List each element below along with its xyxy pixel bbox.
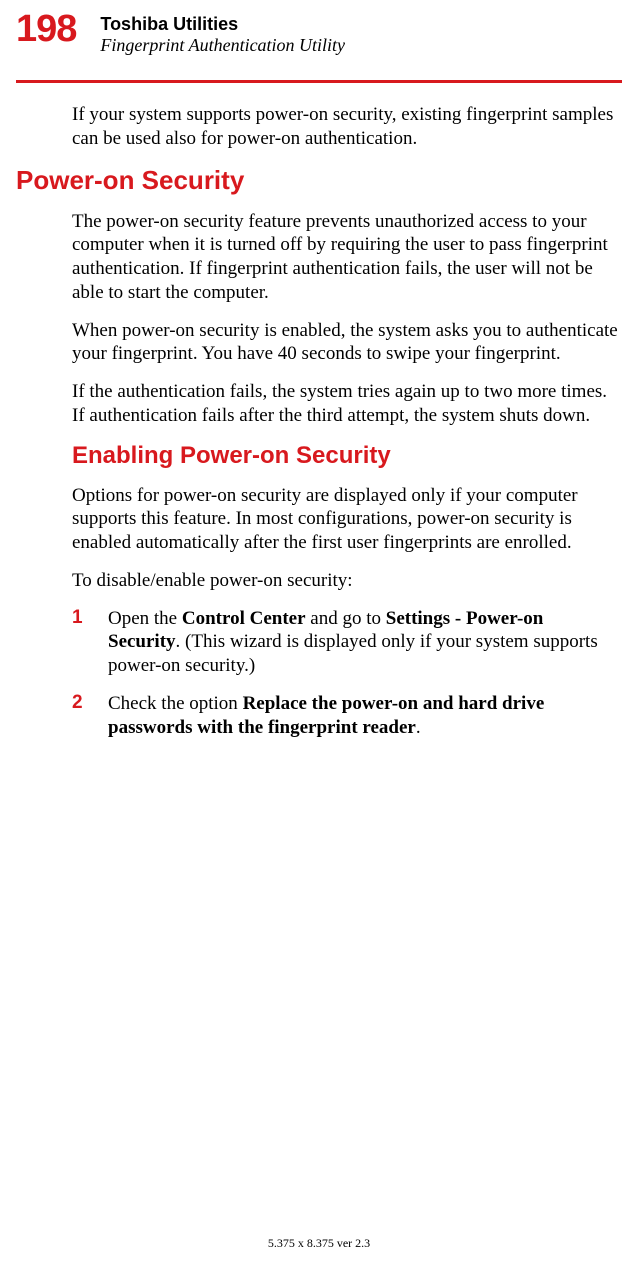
- chapter-title: Toshiba Utilities: [100, 14, 345, 35]
- body-paragraph: Options for power-on security are displa…: [72, 484, 618, 555]
- page-header: 198 Toshiba Utilities Fingerprint Authen…: [0, 0, 638, 56]
- body-paragraph: The power-on security feature prevents u…: [72, 210, 618, 305]
- text-run: and go to: [306, 608, 386, 629]
- bold-text: Control Center: [182, 608, 306, 629]
- step-item: 1 Open the Control Center and go to Sett…: [72, 607, 618, 678]
- body-paragraph: When power-on security is enabled, the s…: [72, 319, 618, 367]
- step-text: Open the Control Center and go to Settin…: [108, 607, 618, 678]
- text-run: Open the: [108, 608, 182, 629]
- header-text-block: Toshiba Utilities Fingerprint Authentica…: [100, 8, 345, 56]
- text-run: Check the option: [108, 693, 243, 714]
- page-number: 198: [16, 8, 100, 51]
- intro-paragraph: If your system supports power-on securit…: [72, 103, 618, 151]
- text-run: . (This wizard is displayed only if your…: [108, 631, 598, 676]
- heading-power-on-security: Power-on Security: [16, 165, 618, 196]
- step-item: 2 Check the option Replace the power-on …: [72, 692, 618, 740]
- body-paragraph: If the authentication fails, the system …: [72, 380, 618, 428]
- section-subtitle: Fingerprint Authentication Utility: [100, 35, 345, 56]
- step-text: Check the option Replace the power-on an…: [108, 692, 618, 740]
- page-content: If your system supports power-on securit…: [0, 83, 638, 739]
- heading-enabling-power-on-security: Enabling Power-on Security: [72, 442, 618, 470]
- footer-version: 5.375 x 8.375 ver 2.3: [0, 1236, 638, 1251]
- step-number: 2: [72, 692, 108, 740]
- text-run: .: [416, 717, 421, 738]
- step-number: 1: [72, 607, 108, 678]
- body-paragraph: To disable/enable power-on security:: [72, 569, 618, 593]
